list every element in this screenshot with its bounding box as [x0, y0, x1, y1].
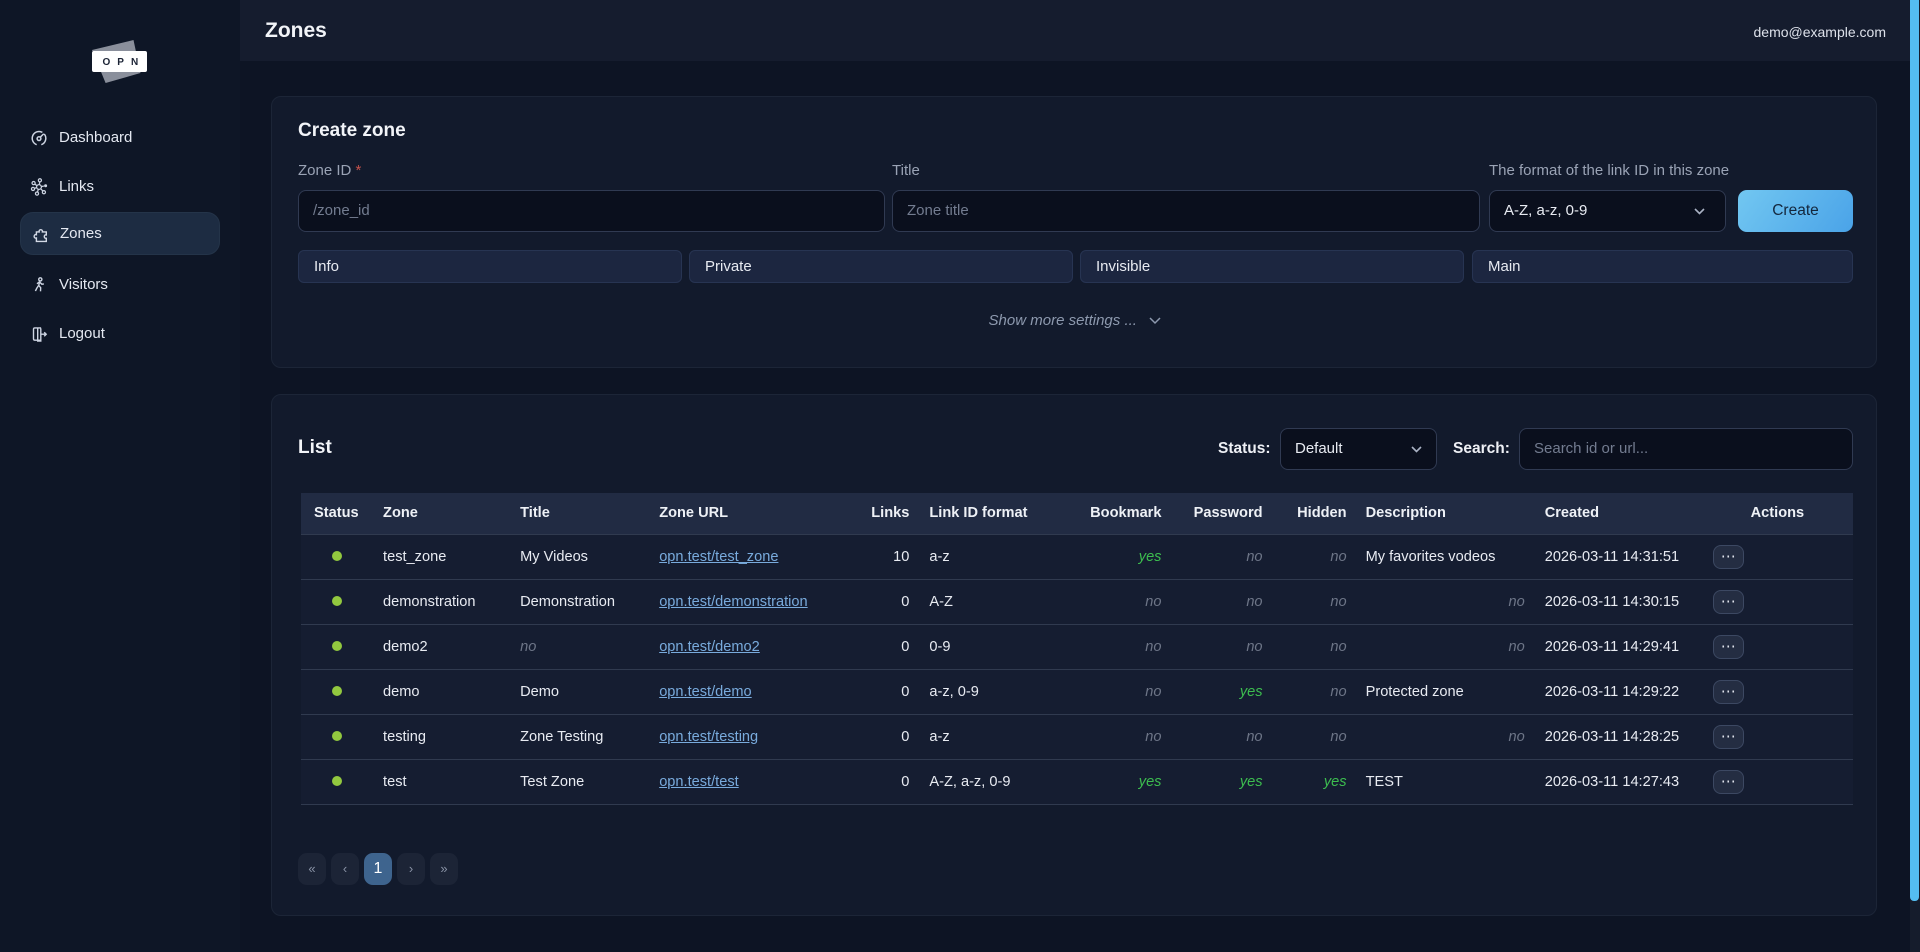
svg-text:OPN: OPN — [103, 57, 146, 68]
